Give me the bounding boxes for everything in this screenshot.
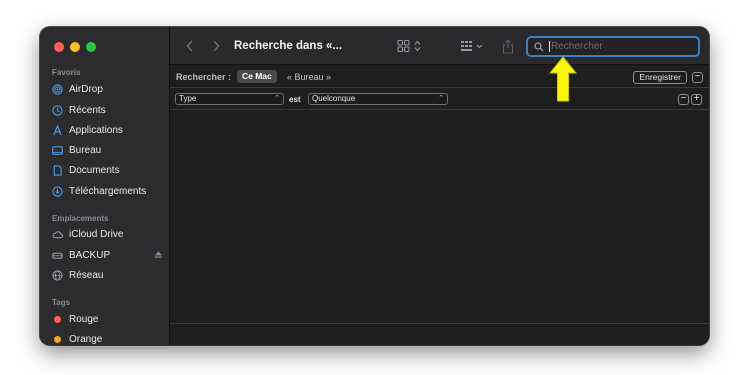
sidebar-item-label: Récents [69,104,106,116]
sidebar-item-applications[interactable]: Applications [52,122,163,138]
sidebar-item-label: Orange [69,333,103,345]
sidebar-item-telechargements[interactable]: Téléchargements [52,183,163,199]
sidebar-section-tags: Tags [52,298,71,307]
scope-this-mac-button[interactable]: Ce Mac [237,70,277,83]
tag-dot-icon [52,334,63,345]
search-criteria-row: Type ⌃ est Quelconque ⌃ − + [170,89,709,110]
remove-criteria-button[interactable]: − [678,94,689,105]
popup-arrows-icon: ⌃ [438,95,444,102]
sidebar-item-airdrop[interactable]: AirDrop [52,81,163,97]
back-button[interactable] [186,38,194,54]
eject-icon[interactable] [154,250,163,262]
sidebar-item-tag-orange[interactable]: Orange [52,331,163,345]
sidebar: Favoris AirDrop Récents Applications Bur… [40,27,170,345]
sidebar-item-label: Réseau [69,269,104,281]
airdrop-icon [52,83,63,95]
sidebar-item-label: AirDrop [69,83,103,95]
search-field[interactable] [526,36,700,57]
search-icon [534,41,544,52]
desktop-icon [52,145,63,156]
clock-icon [52,104,63,116]
sidebar-item-label: Téléchargements [69,185,147,197]
value-popup-value: Quelconque [312,94,356,103]
window-title: Recherche dans «... [234,40,343,52]
sidebar-item-tag-rouge[interactable]: Rouge [52,311,163,327]
drive-icon [52,250,63,261]
download-icon [52,185,63,197]
zoom-window-button[interactable] [86,42,96,52]
sidebar-item-label: iCloud Drive [69,228,124,240]
scope-label: Rechercher : [176,72,232,82]
close-window-button[interactable] [54,42,64,52]
sidebar-item-recents[interactable]: Récents [52,102,163,118]
save-search-button[interactable]: Enregistrer [633,71,687,84]
applications-icon [52,124,63,136]
sidebar-item-icloud-drive[interactable]: iCloud Drive [52,226,163,242]
sidebar-item-label: Bureau [69,144,102,156]
group-menu-button[interactable] [460,38,486,54]
add-criteria-button[interactable]: + [691,94,702,105]
main-content: Recherche dans «... Rechercher Recherche… [170,27,709,345]
highlight-arrow-icon [549,56,577,102]
operator-label: est [289,95,301,104]
sidebar-item-reseau[interactable]: Réseau [52,267,163,283]
forward-button[interactable] [212,38,220,54]
attribute-popup-value: Type [179,94,197,103]
attribute-popup[interactable]: Type ⌃ [175,93,284,105]
finder-window: Favoris AirDrop Récents Applications Bur… [40,27,709,345]
sidebar-item-label: BACKUP [69,249,111,261]
sidebar-item-label: Applications [69,124,123,136]
sidebar-section-locations: Emplacements [52,214,109,223]
search-input[interactable] [551,41,681,52]
remove-scope-button[interactable]: − [692,72,703,83]
sidebar-item-backup[interactable]: BACKUP [52,247,163,263]
view-mode-button[interactable] [397,38,423,54]
value-popup[interactable]: Quelconque ⌃ [308,93,448,105]
globe-icon [52,269,63,281]
sidebar-item-documents[interactable]: Documents [52,162,163,178]
text-cursor [549,41,550,52]
search-scope-bar: Rechercher : Ce Mac « Bureau » Enregistr… [170,66,709,88]
sidebar-item-label: Rouge [69,313,99,325]
sidebar-item-bureau[interactable]: Bureau [52,142,163,158]
toolbar: Recherche dans «... [170,27,709,65]
scope-bureau-button[interactable]: « Bureau » [287,72,331,82]
minimize-window-button[interactable] [70,42,80,52]
window-controls [54,42,96,52]
sidebar-item-label: Documents [69,164,120,176]
popup-arrows-icon: ⌃ [274,95,280,102]
tag-dot-icon [52,314,63,325]
document-icon [52,164,63,176]
cloud-icon [52,229,63,240]
sidebar-section-favorites: Favoris [52,68,81,77]
share-icon[interactable] [502,38,514,54]
path-bar [170,323,709,345]
